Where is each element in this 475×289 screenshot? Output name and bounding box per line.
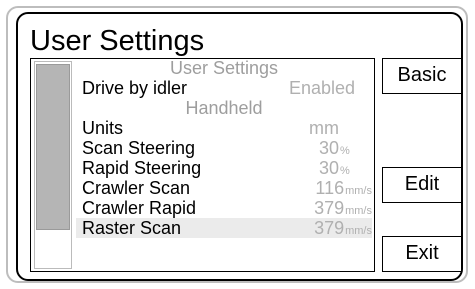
setting-value: 30 [319,138,340,158]
setting-unit: mm/s [345,185,372,197]
setting-row-crawler-scan[interactable]: Crawler Scan 116mm/s [76,178,372,198]
exit-button[interactable]: Exit [382,236,462,272]
setting-value: 30 [319,158,340,178]
setting-row-drive-by-idler[interactable]: Drive by idler Enabled [76,78,372,98]
setting-value: mm [309,118,339,138]
setting-label: Drive by idler [82,78,188,98]
scrollbar-thumb[interactable] [36,64,70,230]
section-header-handheld: Handheld [185,98,263,118]
setting-row-rapid-steering[interactable]: Rapid Steering 30% [76,158,372,178]
setting-label: Scan Steering [82,138,196,158]
setting-row-units[interactable]: Units mm [76,118,372,138]
edit-button[interactable]: Edit [382,167,462,203]
setting-value: 379 [314,218,345,238]
setting-unit: mm/s [345,205,372,217]
setting-value: 379 [314,198,345,218]
setting-unit: % [340,165,350,177]
setting-row-crawler-rapid[interactable]: Crawler Rapid 379mm/s [76,198,372,218]
setting-unit: mm/s [345,225,372,237]
setting-label: Units [82,118,124,138]
setting-label: Raster Scan [82,218,182,238]
settings-list: User Settings Drive by idler Enabled Han… [76,58,372,272]
section-header-user-settings: User Settings [169,58,279,78]
page-title: User Settings [30,25,205,57]
basic-button[interactable]: Basic [382,58,462,94]
setting-label: Crawler Rapid [82,198,197,218]
setting-label: Rapid Steering [82,158,202,178]
setting-row-raster-scan[interactable]: Raster Scan 379mm/s [76,218,372,238]
setting-value: 116 [315,178,345,198]
setting-row-scan-steering[interactable]: Scan Steering 30% [76,138,372,158]
setting-value: Enabled [289,78,356,98]
setting-unit: % [340,145,350,157]
setting-value-group: 379mm/s [314,218,372,241]
setting-label: Crawler Scan [82,178,191,198]
